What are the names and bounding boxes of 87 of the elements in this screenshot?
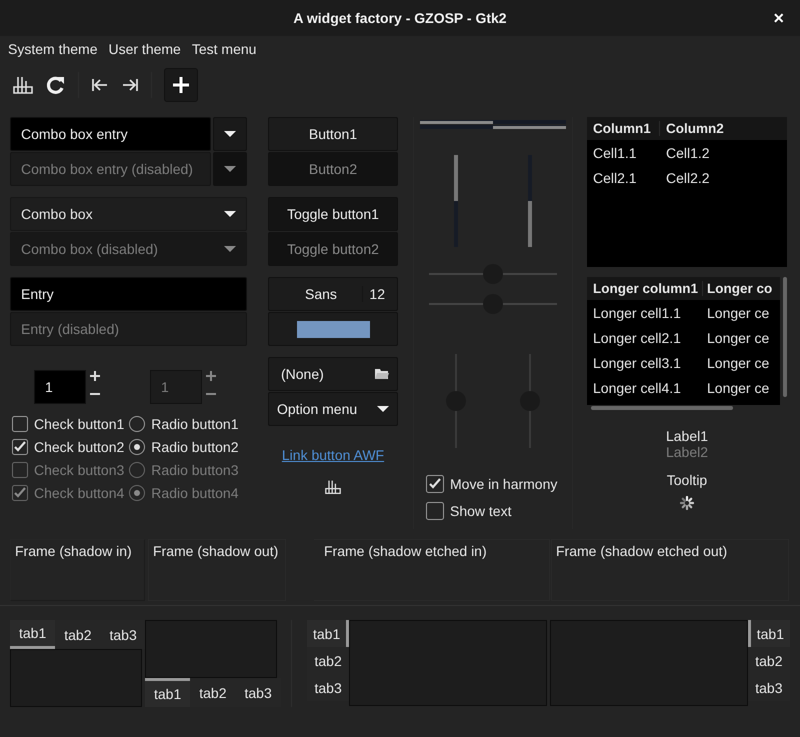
- table-cell-text: Longer cell3.1: [592, 354, 682, 370]
- table-cell-text: Cell2.2: [665, 170, 711, 186]
- caret-icon: [224, 246, 236, 252]
- file-name: (None): [281, 366, 324, 382]
- link-button[interactable]: Link button AWF: [282, 447, 384, 463]
- radio-label: Radio button2: [151, 439, 238, 455]
- checkbox[interactable]: [426, 475, 444, 493]
- add-button[interactable]: [164, 68, 198, 102]
- radio-button[interactable]: [129, 439, 146, 455]
- slider-handle[interactable]: [483, 294, 503, 314]
- color-button[interactable]: [268, 312, 398, 346]
- radio-label: Radio button3: [151, 462, 238, 478]
- spinner-icon: [680, 496, 694, 510]
- toggle-button[interactable]: Toggle button1: [268, 197, 398, 231]
- dropdown-button[interactable]: [213, 117, 247, 151]
- radio-label: Radio button1: [151, 416, 238, 432]
- checkbox-label: Check button4: [34, 485, 124, 501]
- folder-icon: [374, 368, 389, 380]
- column-header[interactable]: Longer co: [703, 281, 780, 296]
- plus-icon: [172, 76, 190, 94]
- table-cell-text: Cell2.1: [592, 170, 638, 186]
- column-header[interactable]: Longer column1: [587, 281, 703, 296]
- table-cell-text: Longer ce: [706, 380, 770, 396]
- checkbox-label: Move in harmony: [450, 476, 558, 492]
- tab[interactable]: tab1: [307, 620, 350, 647]
- table-cell-text: Longer cell1.1: [592, 304, 682, 320]
- slider[interactable]: [429, 294, 557, 314]
- combo-entry-field[interactable]: Combo box entry: [10, 117, 211, 151]
- push-button[interactable]: Button1: [268, 117, 398, 151]
- checkbox-label: Check button2: [34, 439, 124, 455]
- arrow-right-icon[interactable]: [121, 78, 139, 92]
- menu-item[interactable]: User theme: [108, 41, 181, 57]
- table-cell-text: Longer ce: [706, 354, 770, 370]
- factory-icon[interactable]: [12, 75, 34, 95]
- radio-button[interactable]: [129, 416, 146, 432]
- scrollbar[interactable]: [783, 277, 787, 397]
- arrow-left-icon[interactable]: [91, 78, 109, 92]
- frame-label: Frame (shadow etched in): [324, 543, 487, 559]
- table-cell-text: Longer ce: [706, 304, 770, 320]
- label: Label1: [666, 428, 708, 444]
- column-header[interactable]: Column2: [660, 121, 787, 136]
- slider-handle[interactable]: [446, 391, 466, 411]
- column-header[interactable]: Column1: [587, 121, 660, 136]
- window-title: A widget factory - GZOSP - Gtk2: [293, 10, 507, 26]
- font-name: Sans: [305, 286, 337, 302]
- font-size: 12: [362, 286, 385, 302]
- radio-label: Radio button4: [151, 485, 238, 501]
- checkbox-label: Check button3: [34, 462, 124, 478]
- slider[interactable]: [429, 264, 557, 284]
- slider[interactable]: [520, 354, 540, 448]
- frame-label: Frame (shadow out): [153, 543, 278, 559]
- slider[interactable]: [446, 354, 466, 448]
- entry-field[interactable]: Entry: [10, 277, 247, 311]
- menu-item[interactable]: Test menu: [192, 41, 256, 57]
- label: Label2: [666, 444, 708, 460]
- checkbox[interactable]: [12, 439, 28, 455]
- combo-box[interactable]: Combo box: [10, 197, 247, 231]
- checkbox[interactable]: [426, 502, 444, 520]
- factory-icon: [324, 479, 342, 495]
- frame-label: Frame (shadow etched out): [556, 543, 728, 559]
- checkbox-label: Show text: [450, 503, 512, 519]
- slider-handle[interactable]: [483, 264, 503, 284]
- slider-handle[interactable]: [520, 391, 540, 411]
- tab[interactable]: tab1: [10, 620, 56, 649]
- table-cell-text: Longer cell4.1: [592, 380, 682, 396]
- caret-icon: [377, 406, 389, 412]
- table-cell-text: Longer cell2.1: [592, 330, 682, 346]
- option-menu[interactable]: Option menu: [268, 392, 398, 426]
- caret-icon: [224, 131, 236, 137]
- menu-item[interactable]: System theme: [8, 41, 98, 57]
- table-cell-text: Cell1.1: [592, 144, 638, 160]
- caret-icon: [224, 166, 236, 172]
- tooltip-label: Tooltip: [666, 472, 708, 488]
- refresh-icon[interactable]: [46, 75, 66, 95]
- caret-icon: [224, 211, 236, 217]
- scrollbar[interactable]: [591, 406, 733, 410]
- checkbox-label: Check button1: [34, 416, 124, 432]
- file-chooser-button[interactable]: (None): [268, 357, 398, 391]
- font-button[interactable]: Sans 12: [268, 277, 398, 311]
- checkbox[interactable]: [12, 416, 28, 432]
- table-cell-text: Cell1.2: [665, 144, 711, 160]
- tab[interactable]: tab1: [145, 678, 190, 707]
- tab[interactable]: tab1: [748, 620, 790, 647]
- table-cell-text: Longer ce: [706, 330, 770, 346]
- frame-label: Frame (shadow in): [15, 543, 132, 559]
- spin-field[interactable]: 1: [34, 370, 86, 404]
- close-button[interactable]: ×: [769, 8, 788, 28]
